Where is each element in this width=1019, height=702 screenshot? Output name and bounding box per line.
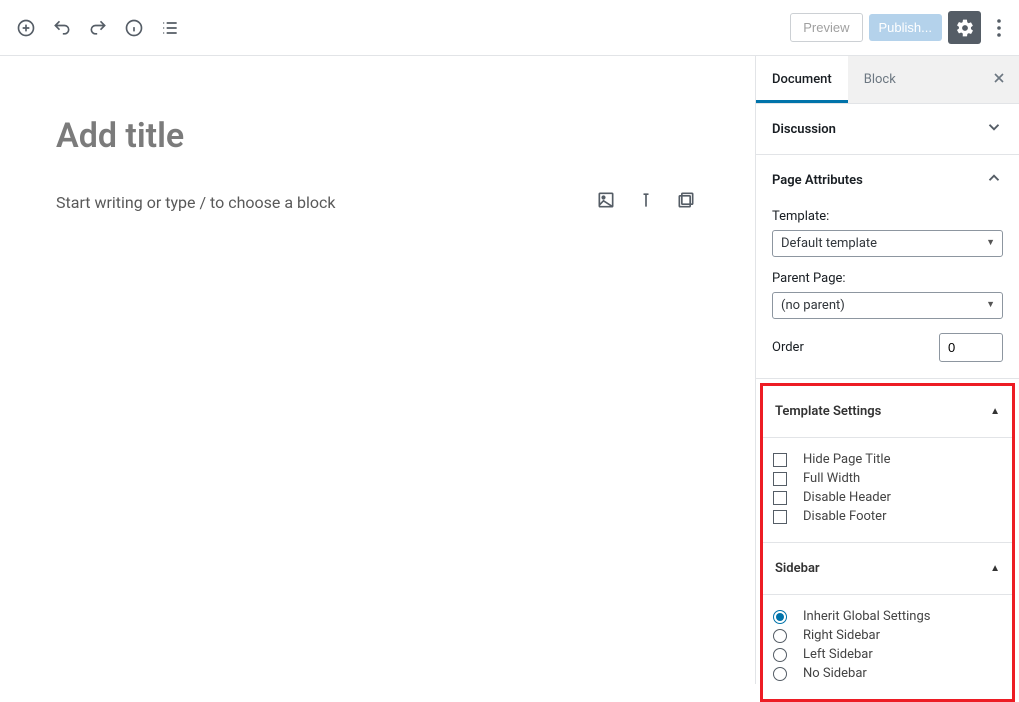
gallery-block-icon[interactable] xyxy=(676,190,696,214)
panel-discussion-header[interactable]: Discussion xyxy=(756,104,1019,154)
body-input[interactable]: Start writing or type / to choose a bloc… xyxy=(56,193,336,212)
radio-right-sidebar[interactable]: Right Sidebar xyxy=(773,628,1002,643)
order-input[interactable] xyxy=(939,333,1003,362)
panel-discussion: Discussion xyxy=(756,104,1019,155)
panel-sidebar-header[interactable]: Sidebar ▲ xyxy=(763,542,1012,595)
parent-page-label: Parent Page: xyxy=(772,271,1003,286)
radio-no-sidebar[interactable]: No Sidebar xyxy=(773,666,1002,681)
radio-inherit-global[interactable]: Inherit Global Settings xyxy=(773,609,1002,624)
checkbox-icon xyxy=(773,491,787,505)
undo-button[interactable] xyxy=(44,10,80,46)
top-toolbar: Preview Publish... xyxy=(0,0,1019,56)
checkbox-disable-footer[interactable]: Disable Footer xyxy=(773,509,1002,524)
sidebar-tabs: Document Block xyxy=(756,56,1019,104)
settings-sidebar: Document Block Discussion Page Attribute… xyxy=(755,56,1019,684)
settings-button[interactable] xyxy=(948,11,981,44)
radio-left-sidebar[interactable]: Left Sidebar xyxy=(773,647,1002,662)
template-select[interactable]: Default template xyxy=(772,230,1003,257)
checkbox-hide-page-title[interactable]: Hide Page Title xyxy=(773,452,1002,467)
redo-button[interactable] xyxy=(80,10,116,46)
checkbox-icon xyxy=(773,510,787,524)
radio-icon xyxy=(773,629,787,643)
chevron-up-icon xyxy=(985,169,1003,191)
parent-page-select[interactable]: (no parent) xyxy=(772,292,1003,319)
block-inserter-icons xyxy=(596,190,696,214)
panel-sidebar-body: Inherit Global Settings Right Sidebar Le… xyxy=(763,595,1012,699)
template-label: Template: xyxy=(772,209,1003,224)
order-label: Order xyxy=(772,340,804,355)
triangle-up-icon: ▲ xyxy=(990,563,1000,574)
panel-page-attributes-header[interactable]: Page Attributes xyxy=(756,155,1019,205)
radio-icon xyxy=(773,648,787,662)
checkbox-disable-header[interactable]: Disable Header xyxy=(773,490,1002,505)
close-sidebar-button[interactable] xyxy=(991,70,1007,90)
preview-button[interactable]: Preview xyxy=(790,13,862,42)
panel-sidebar-title: Sidebar xyxy=(775,561,820,576)
checkbox-full-width[interactable]: Full Width xyxy=(773,471,1002,486)
title-input[interactable]: Add title xyxy=(56,116,699,156)
toolbar-left-group xyxy=(8,10,188,46)
radio-icon xyxy=(773,667,787,681)
toolbar-right-group: Preview Publish... xyxy=(790,10,1011,46)
editor-canvas: Add title Start writing or type / to cho… xyxy=(0,56,755,684)
heading-block-icon[interactable] xyxy=(636,190,656,214)
triangle-up-icon: ▲ xyxy=(990,406,1000,417)
info-button[interactable] xyxy=(116,10,152,46)
radio-checked-icon xyxy=(773,610,787,624)
checkbox-icon xyxy=(773,453,787,467)
panel-page-attributes: Page Attributes Template: Default templa… xyxy=(756,155,1019,379)
checkbox-icon xyxy=(773,472,787,486)
panel-page-attributes-title: Page Attributes xyxy=(772,173,863,188)
panel-template-settings-title: Template Settings xyxy=(775,404,881,419)
chevron-down-icon xyxy=(985,118,1003,140)
tab-block[interactable]: Block xyxy=(848,56,912,103)
image-block-icon[interactable] xyxy=(596,190,616,214)
panel-template-settings-body: Hide Page Title Full Width Disable Heade… xyxy=(763,438,1012,542)
panel-template-settings-header[interactable]: Template Settings ▲ xyxy=(763,386,1012,438)
panel-discussion-title: Discussion xyxy=(772,122,836,137)
publish-button[interactable]: Publish... xyxy=(869,14,942,41)
more-options-button[interactable] xyxy=(987,10,1011,46)
highlighted-region: Template Settings ▲ Hide Page Title Full… xyxy=(760,383,1015,702)
outline-button[interactable] xyxy=(152,10,188,46)
add-block-button[interactable] xyxy=(8,10,44,46)
tab-document[interactable]: Document xyxy=(756,56,848,103)
